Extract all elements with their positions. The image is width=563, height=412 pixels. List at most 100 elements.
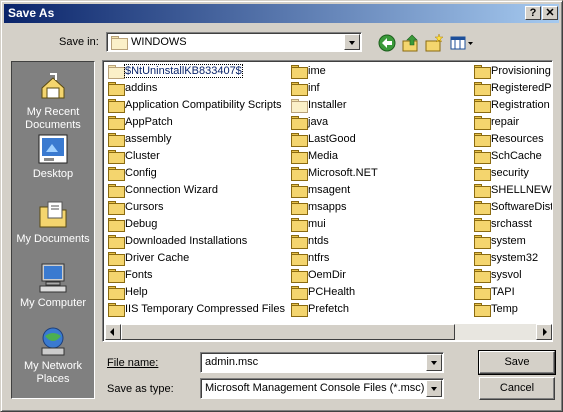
folder-icon <box>108 82 125 96</box>
folder-icon <box>474 269 491 283</box>
folder-name: SHELLNEW <box>491 184 552 196</box>
close-button[interactable]: ✕ <box>542 6 558 20</box>
back-icon[interactable] <box>377 33 397 53</box>
file-list[interactable]: $NtUninstallKB833407$ addins Application C… <box>102 60 553 342</box>
folder-icon <box>291 65 308 79</box>
folder-icon <box>108 167 125 181</box>
folder-name: assembly <box>125 133 172 145</box>
chevron-down-icon[interactable] <box>426 380 442 397</box>
folder-icon <box>291 303 308 317</box>
scroll-right-icon[interactable] <box>536 324 552 340</box>
save-as-type-select[interactable]: Microsoft Management Console Files (*.ms… <box>200 378 444 399</box>
folder-name: Registration <box>491 99 550 111</box>
folder-icon <box>291 269 308 283</box>
folder-name: OemDir <box>308 269 346 281</box>
place-desktop[interactable]: Desktop <box>12 132 94 181</box>
place-my-computer[interactable]: My Computer <box>12 261 94 310</box>
help-button[interactable]: ? <box>525 6 541 20</box>
folder-name: Prefetch <box>308 303 349 315</box>
window-title: Save As <box>8 6 55 20</box>
folder-icon <box>474 82 491 96</box>
folder-name: Connection Wizard <box>125 184 218 196</box>
save-as-type-value: Microsoft Management Console Files (*.ms… <box>205 382 425 394</box>
folder-icon <box>474 150 491 164</box>
folder-name: Microsoft.NET <box>308 167 378 179</box>
horizontal-scrollbar[interactable] <box>105 324 552 340</box>
folder-name: Installer <box>308 99 347 111</box>
folder-icon <box>474 235 491 249</box>
folder-icon <box>291 167 308 181</box>
file-name-value: admin.msc <box>205 356 259 368</box>
folder-name: sysvol <box>491 269 522 281</box>
folder-icon <box>108 116 125 130</box>
scroll-thumb[interactable] <box>121 324 455 340</box>
folder-name: system32 <box>491 252 539 264</box>
folder-icon <box>291 133 308 147</box>
save-in-value: WINDOWS <box>131 36 187 48</box>
folder-name: Cursors <box>125 201 164 213</box>
folder-name: RegisteredPa <box>491 82 553 94</box>
folder-icon <box>111 36 128 50</box>
folder-icon <box>291 116 308 130</box>
place-recent-documents[interactable]: My Recent Documents <box>12 70 94 132</box>
save-as-dialog: Save As ? ✕ Save in: WINDOWS My Recent D… <box>0 0 563 412</box>
folder-name: Fonts <box>125 269 153 281</box>
file-name-label-text: File name: <box>107 357 159 369</box>
view-menu-icon[interactable] <box>449 33 475 53</box>
folder-icon <box>108 201 125 215</box>
folder-icon <box>291 235 308 249</box>
folder-name: SchCache <box>491 150 542 162</box>
folder-name: ime <box>308 65 326 77</box>
chevron-down-icon[interactable] <box>426 354 442 371</box>
scroll-left-icon[interactable] <box>105 324 121 340</box>
folder-icon <box>474 303 491 317</box>
file-name-field[interactable]: admin.msc <box>200 352 444 373</box>
new-folder-icon[interactable] <box>424 33 444 53</box>
folder-icon <box>474 133 491 147</box>
place-label: My Documents <box>16 233 90 245</box>
folder-name: msapps <box>308 201 347 213</box>
folder-icon <box>291 82 308 96</box>
folder-name: Temp <box>491 303 518 315</box>
folder-name: addins <box>125 82 158 94</box>
folder-name: msagent <box>308 184 351 196</box>
recent-documents-icon <box>36 70 70 104</box>
chevron-down-icon[interactable] <box>344 34 360 50</box>
place-my-network-places[interactable]: My Network Places <box>12 324 94 386</box>
cancel-button[interactable]: Cancel <box>479 377 555 400</box>
folder-name: Resources <box>491 133 544 145</box>
folder-icon <box>291 201 308 215</box>
folder-icon <box>108 184 125 198</box>
folder-icon <box>291 218 308 232</box>
file-name-label: File name: <box>107 357 158 369</box>
folder-name: Application Compatibility Scripts <box>125 99 282 111</box>
folder-name: Cluster <box>125 150 160 162</box>
folder-name: PCHealth <box>308 286 356 298</box>
my-documents-icon <box>36 197 70 231</box>
folder-icon <box>108 303 125 317</box>
place-label: My Computer <box>19 297 87 309</box>
folder-icon <box>108 133 125 147</box>
folder-name: Media <box>308 150 338 162</box>
place-label: My Recent Documents <box>25 106 81 131</box>
folder-icon <box>108 235 125 249</box>
folder-name: SoftwareDist <box>491 201 553 213</box>
folder-name: Driver Cache <box>125 252 190 264</box>
title-bar[interactable]: Save As ? ✕ <box>4 4 559 23</box>
folder-icon <box>108 252 125 266</box>
folder-icon <box>108 269 125 283</box>
place-my-documents[interactable]: My Documents <box>12 197 94 246</box>
folder-icon <box>474 116 491 130</box>
folder-icon <box>108 286 125 300</box>
folder-name: ntfrs <box>308 252 330 264</box>
folder-icon <box>474 167 491 181</box>
folder-name: inf <box>308 82 320 94</box>
folder-name: $NtUninstallKB833407$ <box>124 64 243 78</box>
up-folder-icon[interactable] <box>401 33 421 53</box>
save-button[interactable]: Save <box>478 350 556 375</box>
my-network-places-icon <box>36 324 70 358</box>
folder-name: srchasst <box>491 218 532 230</box>
my-computer-icon <box>36 261 70 295</box>
folder-name: system <box>491 235 526 247</box>
save-in-combo[interactable]: WINDOWS <box>106 32 362 52</box>
